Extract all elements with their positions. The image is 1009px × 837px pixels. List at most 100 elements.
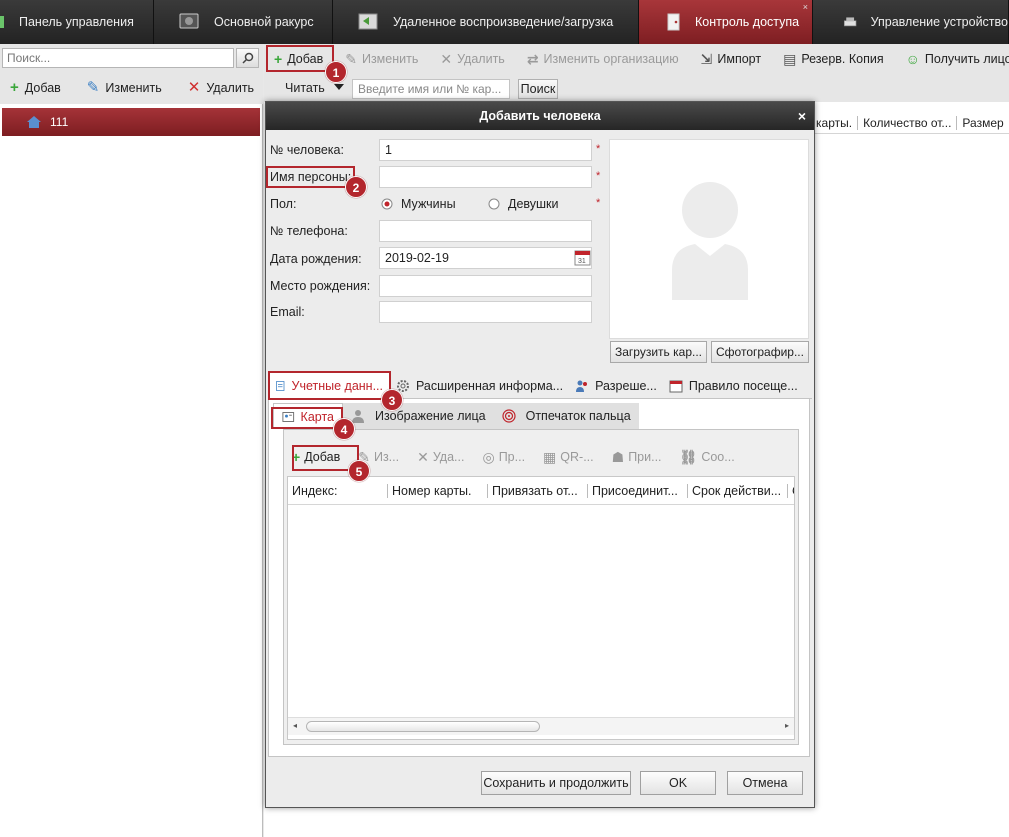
fingerprint-icon <box>502 409 516 423</box>
column-header[interactable]: С <box>788 484 794 498</box>
column-header[interactable]: Срок действи... <box>688 483 788 498</box>
edit-person-button[interactable]: ✎ Изменить <box>345 51 418 68</box>
field-label: Дата рождения: <box>270 252 362 266</box>
edit-org-button[interactable]: ✎ Изменить <box>86 79 162 96</box>
top-tab-bar: Панель управления Основной ракурс Удален… <box>0 0 1009 44</box>
birthplace-input[interactable] <box>379 275 592 297</box>
card-search-input[interactable]: Введите имя или № кар... <box>352 79 510 99</box>
tab-remote-playback[interactable]: Удаленное воспроизведение/загрузка <box>333 0 639 44</box>
assign-card-button[interactable]: ☗ При... <box>612 449 662 466</box>
step-badge: 5 <box>348 460 370 482</box>
person-grid-header: карты. Количество от... Размер <box>811 112 1009 134</box>
close-icon[interactable]: × <box>798 102 806 130</box>
tab-permissions[interactable]: Разреше... <box>569 372 663 399</box>
tree-item-org[interactable]: 111 <box>2 108 260 136</box>
close-icon[interactable]: × <box>803 2 808 12</box>
field-label: Пол: <box>270 197 297 211</box>
tab-extended-info[interactable]: Расширенная информа... <box>390 372 569 399</box>
card-table: Индекс: Номер карты. Привязать от... При… <box>287 476 795 740</box>
subtab-fingerprint[interactable]: Отпечаток пальца <box>493 403 639 429</box>
person-silhouette-icon <box>672 182 748 300</box>
left-panel: Поиск... + Добав ✎ Изменить ✕ Удалить 111 <box>0 44 263 837</box>
tab-label: Удаленное воспроизведение/загрузка <box>393 15 614 29</box>
column-header[interactable]: Присоединит... <box>588 483 688 498</box>
column-header[interactable]: Привязать от... <box>488 483 588 498</box>
tab-label: Панель управления <box>19 15 134 29</box>
qr-code-button[interactable]: ▦ QR-... <box>543 449 594 466</box>
delete-card-button[interactable]: ✕ Уда... <box>417 449 464 466</box>
search-input[interactable]: Поиск... <box>2 48 234 68</box>
gender-female-radio[interactable]: Девушки <box>488 197 559 211</box>
upload-photo-button[interactable]: Загрузить кар... <box>610 341 707 363</box>
users-icon <box>576 380 588 392</box>
edit-icon: ✎ <box>86 79 100 96</box>
step-badge: 1 <box>325 61 347 83</box>
card-reader-button[interactable]: ◎ Пр... <box>482 449 525 466</box>
step-badge: 2 <box>345 176 367 198</box>
scrollbar-thumb[interactable] <box>306 721 540 732</box>
delete-org-button[interactable]: ✕ Удалить <box>188 80 254 95</box>
dialog-footer: Сохранить и продолжить OK Отмена <box>266 767 814 807</box>
field-label: Email: <box>270 305 305 319</box>
add-org-button[interactable]: + Добав <box>10 80 61 95</box>
change-org-button[interactable]: ⇄ Изменить организацию <box>527 51 679 68</box>
search-button[interactable] <box>236 48 259 68</box>
column-header[interactable]: Индекс: <box>288 483 388 498</box>
read-dropdown[interactable]: Читать <box>285 81 325 95</box>
radio-selected-icon <box>381 198 393 210</box>
search-button[interactable]: Поиск <box>518 79 558 99</box>
capture-photo-button[interactable]: Сфотографир... <box>711 341 809 363</box>
tab-main-view[interactable]: Основной ракурс <box>154 0 333 44</box>
save-continue-button[interactable]: Сохранить и продолжить <box>481 771 631 795</box>
get-face-button[interactable]: ☺ Получить лицо <box>906 51 1009 67</box>
scroll-left-icon[interactable]: ◂ <box>293 721 297 730</box>
left-search-row: Поиск... <box>0 44 263 72</box>
tab-visit-rule[interactable]: Правило посеще... <box>663 372 804 399</box>
fingerprint-icon: ◎ <box>482 448 495 465</box>
home-icon <box>27 116 41 128</box>
field-label: Место рождения: <box>270 279 371 293</box>
birth-date-input[interactable]: 2019-02-19 <box>379 247 592 269</box>
chevron-down-icon[interactable] <box>334 84 344 90</box>
highlight-box <box>266 45 334 72</box>
column-header[interactable]: Количество от... <box>857 115 956 130</box>
required-mark: * <box>596 143 601 155</box>
import-icon: ⇲ <box>700 50 713 67</box>
column-header[interactable]: Номер карты. <box>388 483 488 498</box>
person-no-input[interactable]: 1 <box>379 139 592 161</box>
person-name-input[interactable] <box>379 166 592 188</box>
ok-button[interactable]: OK <box>640 771 716 795</box>
scroll-right-icon[interactable]: ▸ <box>785 721 789 730</box>
email-input[interactable] <box>379 301 592 323</box>
tab-dashboard[interactable]: Панель управления <box>0 0 154 44</box>
read-search-bar: Читать Введите имя или № кар... Поиск <box>264 74 1009 102</box>
person-icon <box>352 410 364 423</box>
link-card-button[interactable]: ⛓ Соо... <box>680 449 735 466</box>
calendar-icon[interactable]: 31 <box>574 249 591 266</box>
highlight-box <box>268 371 391 400</box>
subtab-face-image[interactable]: Изображение лица <box>343 403 494 429</box>
qr-code-icon: ▦ <box>543 448 557 465</box>
horizontal-scrollbar[interactable]: ◂ ▸ <box>288 717 794 735</box>
dashboard-icon <box>0 16 4 28</box>
import-button[interactable]: ⇲ Импорт <box>701 51 761 68</box>
highlight-box <box>266 166 355 188</box>
delete-person-button[interactable]: ✕ Удалить <box>440 51 504 68</box>
person-icon: ☗ <box>611 448 625 465</box>
step-badge: 3 <box>381 389 403 411</box>
tab-label: Основной ракурс <box>214 15 314 29</box>
phone-input[interactable] <box>379 220 592 242</box>
card-table-header: Индекс: Номер карты. Привязать от... При… <box>288 477 794 505</box>
tab-device-management[interactable]: Управление устройство <box>813 0 1009 44</box>
cancel-button[interactable]: Отмена <box>727 771 803 795</box>
svg-text:31: 31 <box>578 258 586 265</box>
column-header[interactable]: Размер <box>956 115 1008 130</box>
radio-empty-icon <box>488 198 500 210</box>
tab-label: Контроль доступа <box>695 15 800 29</box>
delete-icon: ✕ <box>440 50 453 67</box>
tab-access-control[interactable]: Контроль доступа × <box>639 0 813 44</box>
backup-button[interactable]: ▤ Резерв. Копия <box>783 51 884 68</box>
column-header[interactable]: карты. <box>811 116 857 130</box>
highlight-box <box>271 407 343 429</box>
gender-male-radio[interactable]: Мужчины <box>381 197 456 211</box>
